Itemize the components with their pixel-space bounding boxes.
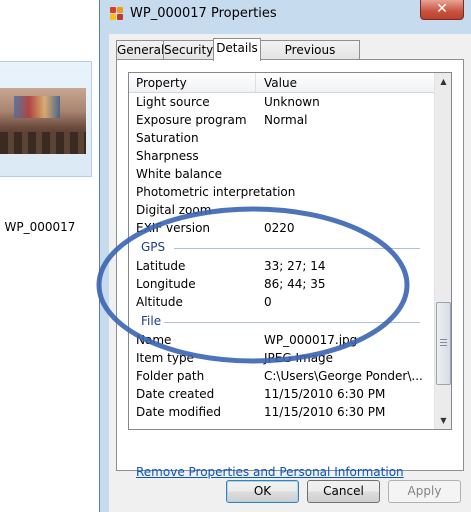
property-value: JPEG Image — [264, 351, 334, 365]
property-name: Saturation — [136, 131, 199, 145]
cancel-button[interactable]: Cancel — [307, 480, 380, 503]
tab-general[interactable]: General — [116, 40, 164, 60]
list-header: Property Value — [129, 73, 434, 93]
property-name: Exposure program — [136, 113, 247, 127]
properties-dialog: WP_000017 Properties ✕ General Security … — [99, 0, 471, 512]
list-item[interactable]: Longitude 86; 44; 35 — [129, 275, 434, 293]
list-item[interactable]: Sharpness — [129, 147, 434, 165]
list-item[interactable]: Photometric interpretation — [129, 183, 434, 201]
explorer-background: WP_000017 — [0, 0, 100, 512]
property-name: Altitude — [136, 295, 183, 309]
property-name: Light source — [136, 95, 210, 109]
ok-button[interactable]: OK — [226, 480, 299, 503]
property-value: Unknown — [264, 95, 320, 109]
thumbnail-label: WP_000017 — [4, 220, 76, 234]
group-title: GPS — [141, 240, 166, 254]
property-name: Sharpness — [136, 149, 199, 163]
property-value: 86; 44; 35 — [264, 277, 326, 291]
title-bar[interactable]: WP_000017 Properties ✕ — [100, 0, 471, 30]
property-name: White balance — [136, 167, 222, 181]
group-divider — [174, 248, 420, 249]
group-divider — [164, 322, 420, 323]
scroll-down-icon[interactable]: ▼ — [435, 412, 451, 429]
grip-line — [440, 339, 447, 340]
apply-button[interactable]: Apply — [388, 480, 461, 503]
photo-app-icon — [109, 6, 125, 22]
property-name: Date created — [136, 387, 215, 401]
property-value: 11/15/2010 6:30 PM — [264, 387, 386, 401]
property-list[interactable]: Property Value Light source Unknown Expos… — [128, 72, 452, 430]
property-value: WP_000017.jpg — [264, 333, 358, 347]
list-item[interactable]: Exposure program Normal — [129, 111, 434, 129]
property-name: Photometric interpretation — [136, 185, 296, 199]
property-value: 11/15/2010 6:30 PM — [264, 405, 386, 419]
list-rows: Light source Unknown Exposure program Norm… — [129, 93, 434, 421]
column-divider[interactable] — [255, 73, 256, 92]
property-name: Latitude — [136, 259, 186, 273]
property-value: 0220 — [264, 221, 295, 235]
list-item[interactable]: Date modified 11/15/2010 6:30 PM — [129, 403, 434, 421]
property-value: 0 — [264, 295, 272, 309]
dialog-title: WP_000017 Properties — [130, 6, 277, 21]
close-icon: ✕ — [436, 1, 448, 17]
list-item[interactable]: EXIF version 0220 — [129, 219, 434, 237]
property-name: Longitude — [136, 277, 196, 291]
group-header-file: File — [129, 311, 434, 331]
list-item[interactable]: Latitude 33; 27; 14 — [129, 257, 434, 275]
list-item[interactable]: Date created 11/15/2010 6:30 PM — [129, 385, 434, 403]
grip-line — [440, 342, 447, 343]
file-thumbnail-tile[interactable]: WP_000017 — [0, 61, 92, 234]
scrollbar-thumb[interactable] — [436, 302, 451, 385]
property-name: Date modified — [136, 405, 222, 419]
property-name: Name — [136, 333, 172, 347]
property-name: Folder path — [136, 369, 205, 383]
list-item[interactable]: Light source Unknown — [129, 93, 434, 111]
grip-line — [440, 345, 447, 346]
column-header-property[interactable]: Property — [136, 76, 187, 90]
dialog-client-area: General Security Details Previous Versio… — [109, 34, 471, 512]
column-header-value[interactable]: Value — [264, 76, 297, 90]
list-item[interactable]: Item type JPEG Image — [129, 349, 434, 367]
scroll-up-icon[interactable]: ▲ — [435, 73, 451, 90]
tab-security[interactable]: Security — [163, 40, 214, 60]
close-button[interactable]: ✕ — [420, 0, 464, 20]
list-item[interactable]: Name WP_000017.jpg — [129, 331, 434, 349]
photo-thumbnail — [0, 88, 86, 154]
property-name: EXIF version — [136, 221, 211, 235]
property-value: Normal — [264, 113, 308, 127]
property-value: 33; 27; 14 — [264, 259, 326, 273]
list-item[interactable]: Digital zoom — [129, 201, 434, 219]
list-item[interactable]: Altitude 0 — [129, 293, 434, 311]
remove-properties-link[interactable]: Remove Properties and Personal Informati… — [136, 465, 404, 479]
list-item[interactable]: Folder path C:\Users\George Ponder\... — [129, 367, 434, 385]
property-name: Digital zoom — [136, 203, 212, 217]
tab-previous-versions[interactable]: Previous Versions — [260, 40, 360, 76]
property-name: Item type — [136, 351, 194, 365]
tab-details[interactable]: Details — [213, 38, 261, 61]
details-panel: Property Value Light source Unknown Expos… — [116, 59, 464, 479]
vertical-scrollbar[interactable]: ▲ ▼ — [434, 73, 451, 429]
property-value: C:\Users\George Ponder\... — [264, 369, 423, 383]
list-item[interactable]: White balance — [129, 165, 434, 183]
group-header-gps: GPS — [129, 237, 434, 257]
group-title: File — [141, 314, 162, 328]
list-item[interactable]: Saturation — [129, 129, 434, 147]
